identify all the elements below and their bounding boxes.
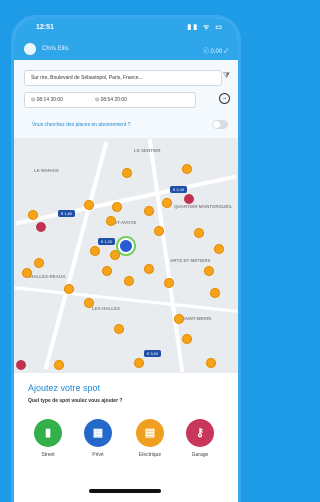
parking-pin[interactable] — [110, 250, 120, 260]
spot-type-electric-button[interactable]: ▤ Electrique — [132, 419, 168, 458]
parking-pin[interactable] — [84, 200, 94, 210]
map-label: LE MARAIS — [34, 168, 59, 173]
map-label: LES HALLES — [92, 306, 121, 311]
parking-pin[interactable] — [90, 246, 100, 256]
subscription-link[interactable]: Vous cherchez des places en abonnement ? — [32, 122, 130, 128]
map-label: LE SENTIER — [134, 148, 161, 153]
subscription-toggle[interactable] — [212, 120, 228, 129]
parking-pin[interactable] — [162, 198, 172, 208]
sheet-subtitle: Quel type de spot voulez vous ajouter ? — [28, 398, 123, 404]
parking-pin[interactable] — [54, 360, 64, 370]
avatar[interactable] — [24, 43, 36, 55]
date-from[interactable]: ⊙ 08:14 30:00 — [31, 97, 63, 103]
username: Chris Ellis — [42, 46, 69, 52]
parking-pin[interactable] — [102, 266, 112, 276]
price-tag[interactable]: € 1,80 — [58, 210, 76, 217]
map-label: SAINT-MERRI — [182, 316, 212, 321]
wallet-balance[interactable]: ⓒ 0,00 ✓ — [203, 46, 228, 55]
parking-pin[interactable] — [144, 206, 154, 216]
spot-type-label: Street — [41, 452, 55, 458]
address-input[interactable]: Sur rire, Boulevard de Sébastopol, Paris… — [24, 70, 222, 86]
parking-pin[interactable] — [114, 324, 124, 334]
map-label: QUARTIER MONTORGUEIL — [174, 204, 233, 209]
phone-frame: 12:51 ▮▮ ᯤ ▭ Chris Ellis ⓒ 0,00 ✓ Sur ri… — [14, 18, 238, 502]
road — [43, 141, 109, 370]
road — [16, 174, 236, 226]
spot-type-street-button[interactable]: ▮ Street — [30, 419, 66, 458]
status-icons: ▮▮ ᯤ ▭ — [187, 24, 224, 31]
electric-icon: ▤ — [136, 419, 164, 447]
parking-pin[interactable] — [28, 210, 38, 220]
spot-type-private-button[interactable]: ▦ Privé — [80, 419, 116, 458]
map-label: ST-AVOYE — [114, 220, 137, 225]
parking-pin-selected[interactable] — [184, 194, 194, 204]
status-bar: 12:51 ▮▮ ᯤ ▭ — [14, 18, 238, 38]
parking-pin[interactable] — [124, 276, 134, 286]
parking-pin[interactable] — [182, 164, 192, 174]
add-spot-sheet: Ajoutez votre spot Quel type de spot vou… — [14, 373, 238, 502]
spot-type-label: Electrique — [138, 452, 162, 458]
spot-type-label: Privé — [92, 452, 104, 458]
price-tag[interactable]: € 2,40 — [170, 186, 188, 193]
price-tag[interactable]: € 1,20 — [98, 238, 116, 245]
parking-pin-selected[interactable] — [16, 360, 26, 370]
parking-pin[interactable] — [106, 216, 116, 226]
parking-pin[interactable] — [84, 298, 94, 308]
parking-pin-selected[interactable] — [36, 222, 46, 232]
parking-pin[interactable] — [112, 202, 122, 212]
parking-pin[interactable] — [206, 358, 216, 368]
filter-icon[interactable]: ⧩ — [223, 71, 230, 81]
map-label: ARTS ET MÉTIERS — [170, 258, 211, 263]
private-icon: ▦ — [84, 419, 112, 447]
map[interactable]: LE MARAIS HALLES-REAUX LES HALLES ARTS E… — [14, 138, 238, 373]
parking-pin[interactable] — [144, 264, 154, 274]
sheet-title: Ajoutez votre spot — [28, 383, 101, 393]
parking-pin[interactable] — [204, 266, 214, 276]
go-icon[interactable]: → — [219, 93, 230, 104]
parking-pin[interactable] — [154, 226, 164, 236]
parking-pin[interactable] — [182, 334, 192, 344]
road — [14, 286, 238, 313]
search-card: Sur rire, Boulevard de Sébastopol, Paris… — [14, 60, 238, 138]
parking-pin[interactable] — [210, 288, 220, 298]
parking-pin[interactable] — [34, 258, 44, 268]
garage-icon: ⚷ — [186, 419, 214, 447]
road — [147, 138, 185, 373]
parking-pin[interactable] — [174, 314, 184, 324]
spot-type-label: Garage — [191, 452, 209, 458]
home-indicator[interactable] — [89, 489, 161, 493]
street-icon: ▮ — [34, 419, 62, 447]
parking-pin[interactable] — [22, 268, 32, 278]
map-label: HALLES-REAUX — [30, 274, 66, 279]
user-location-marker — [118, 238, 134, 254]
parking-pin[interactable] — [194, 228, 204, 238]
parking-pin[interactable] — [134, 358, 144, 368]
date-to[interactable]: ⊙ 08:54 20:00 — [95, 97, 127, 103]
date-range-field[interactable]: ⊙ 08:14 30:00 ⊙ 08:54 20:00 — [24, 92, 196, 108]
parking-pin[interactable] — [214, 244, 224, 254]
clock: 12:51 — [36, 24, 54, 31]
parking-pin[interactable] — [64, 284, 74, 294]
parking-pin[interactable] — [164, 278, 174, 288]
price-tag[interactable]: € 3,00 — [144, 350, 162, 357]
parking-pin[interactable] — [122, 168, 132, 178]
app-bar: Chris Ellis ⓒ 0,00 ✓ — [14, 38, 238, 60]
spot-type-garage-button[interactable]: ⚷ Garage — [182, 419, 218, 458]
